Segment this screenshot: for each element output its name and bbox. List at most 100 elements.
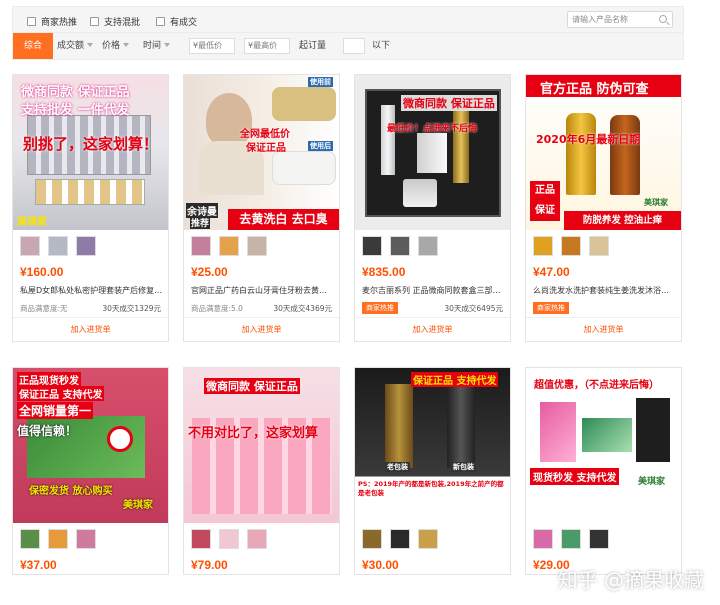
max-price-input[interactable]: ¥最高价 bbox=[244, 38, 290, 54]
product-title[interactable]: 私屋D女郎私处私密护理套装产后修复… bbox=[13, 281, 168, 299]
sort-time[interactable]: 时间 bbox=[143, 33, 171, 59]
checkbox-box[interactable] bbox=[156, 17, 165, 26]
moq-label: 起订量 bbox=[299, 41, 327, 51]
thumbnail[interactable] bbox=[76, 236, 96, 256]
sales-volume: 30天成交4369元 bbox=[273, 303, 332, 313]
min-price-input[interactable]: ¥最低价 bbox=[189, 38, 235, 54]
thumbnail[interactable] bbox=[219, 529, 239, 549]
image-caption: 使用前 bbox=[308, 77, 333, 87]
product-card[interactable]: 使用前 使用后 全网最低价 保证正品 余诗曼 推荐 去黄洗白 去口臭 ¥25.0… bbox=[183, 74, 340, 342]
thumbnail[interactable] bbox=[219, 236, 239, 256]
thumbnail[interactable] bbox=[418, 529, 438, 549]
product-image[interactable]: 使用前 使用后 全网最低价 保证正品 余诗曼 推荐 去黄洗白 去口臭 bbox=[184, 75, 339, 230]
product-image[interactable]: 官方正品 防伪可查 2020年6月最新日期 正品 保证 防脱养发 控油止痒 美琪… bbox=[526, 75, 681, 230]
product-box-photo bbox=[540, 402, 576, 462]
image-caption: 微商同款 保证正品 bbox=[401, 95, 497, 111]
checkbox-box[interactable] bbox=[90, 17, 99, 26]
product-image[interactable]: 正品现货秒发 保证正品 支持代发 全网销量第一 值得信赖！ 保密发货 放心购买 … bbox=[13, 368, 168, 523]
product-card[interactable]: 微商同款 保证正品 支持批发 一件代发 别挑了，这家划算！ 美琪家 ¥160.0… bbox=[12, 74, 169, 342]
filter-mixed-checkbox[interactable]: 支持混批 bbox=[90, 15, 140, 28]
image-caption: 去黄洗白 去口臭 bbox=[228, 209, 339, 230]
thumbnail[interactable] bbox=[418, 236, 438, 256]
thumbnail[interactable] bbox=[561, 529, 581, 549]
thumbnail[interactable] bbox=[533, 529, 553, 549]
product-box-photo bbox=[385, 384, 413, 468]
product-card[interactable]: 微商同款 保证正品 最低价！点进来不后悔 ¥835.00 麦尔吉丽系列 正品微商… bbox=[354, 74, 511, 342]
product-bottle bbox=[610, 115, 640, 195]
add-to-order-button[interactable]: 加入进货单 bbox=[526, 317, 681, 341]
teeth-before-photo bbox=[272, 87, 336, 121]
add-to-order-button[interactable]: 加入进货单 bbox=[355, 317, 510, 341]
product-card[interactable]: 微商同款 保证正品 不用对比了，这家划算 ¥79.00 bbox=[183, 367, 340, 575]
add-to-order-button[interactable]: 加入进货单 bbox=[13, 317, 168, 341]
thumbnail[interactable] bbox=[533, 236, 553, 256]
thumbnail-strip bbox=[526, 230, 681, 261]
satisfaction-value: 无 bbox=[60, 303, 68, 313]
thumbnail[interactable] bbox=[247, 529, 267, 549]
checkbox-label: 商家热推 bbox=[41, 18, 78, 28]
sort-price[interactable]: 价格 bbox=[102, 33, 130, 59]
thumbnail[interactable] bbox=[561, 236, 581, 256]
thumbnail[interactable] bbox=[589, 529, 609, 549]
thumbnail[interactable] bbox=[48, 529, 68, 549]
thumbnail[interactable] bbox=[191, 529, 211, 549]
thumbnail[interactable] bbox=[362, 529, 382, 549]
image-caption: 不用对比了，这家划算 bbox=[188, 426, 319, 441]
product-title[interactable]: 么尚洗发水洗护套装纯生姜洗发沐浴… bbox=[526, 281, 681, 299]
sort-default-tab[interactable]: 综合 bbox=[13, 33, 53, 59]
product-price: ¥835.00 bbox=[362, 265, 406, 279]
sort-bar: 综合 成交额 价格 时间 ¥最低价 ¥最高价 起订量 以下 bbox=[12, 32, 684, 60]
product-card[interactable]: 正品现货秒发 保证正品 支持代发 全网销量第一 值得信赖！ 保密发货 放心购买 … bbox=[12, 367, 169, 575]
product-card[interactable]: 超值优惠，（不点进来后悔） 现货秒发 支持代发 美琪家 ¥29.00 bbox=[525, 367, 682, 575]
thumbnail[interactable] bbox=[48, 236, 68, 256]
image-caption: 保证正品 支持代发 bbox=[17, 386, 105, 401]
product-image[interactable]: 保证正品 支持代发 老包装 新包装 PS：2019年产的都是新包装,2019年之… bbox=[355, 368, 510, 523]
product-card[interactable]: 保证正品 支持代发 老包装 新包装 PS：2019年产的都是新包装,2019年之… bbox=[354, 367, 511, 575]
product-box-photo bbox=[582, 418, 632, 452]
product-image[interactable]: 超值优惠，（不点进来后悔） 现货秒发 支持代发 美琪家 bbox=[526, 368, 681, 523]
image-note: PS：2019年产的都是新包装,2019年之前产的都是老包装 bbox=[358, 480, 504, 497]
sales-volume: 30天成交1329元 bbox=[102, 303, 161, 313]
thumbnail[interactable] bbox=[76, 529, 96, 549]
product-image[interactable]: 微商同款 保证正品 支持批发 一件代发 别挑了，这家划算！ 美琪家 bbox=[13, 75, 168, 230]
thumbnail[interactable] bbox=[191, 236, 211, 256]
product-title[interactable]: 麦尔吉丽系列 正品微商同款套盒三部… bbox=[355, 281, 510, 299]
image-caption: 微商同款 保证正品 bbox=[204, 378, 300, 394]
moq-input[interactable] bbox=[343, 38, 365, 54]
thumbnail-strip bbox=[184, 230, 339, 261]
sort-label: 成交额 bbox=[57, 41, 85, 51]
product-box-photo bbox=[636, 398, 670, 462]
endorser-label: 推荐 bbox=[190, 216, 211, 229]
sort-turnover[interactable]: 成交额 bbox=[57, 33, 94, 59]
search-input[interactable] bbox=[568, 12, 654, 27]
product-search bbox=[567, 11, 673, 28]
image-caption: 全网销量第一 bbox=[17, 402, 94, 419]
thumbnail[interactable] bbox=[20, 529, 40, 549]
filter-sold-checkbox[interactable]: 有成交 bbox=[156, 15, 197, 28]
thumbnail-strip bbox=[13, 230, 168, 261]
image-caption: 全网最低价 bbox=[240, 129, 290, 140]
image-badge: 保证 bbox=[530, 201, 560, 221]
filter-hot-checkbox[interactable]: 商家热推 bbox=[27, 15, 77, 28]
product-image[interactable]: 微商同款 保证正品 不用对比了，这家划算 bbox=[184, 368, 339, 523]
thumbnail[interactable] bbox=[390, 236, 410, 256]
product-image[interactable]: 微商同款 保证正品 最低价！点进来不后悔 bbox=[355, 75, 510, 230]
thumbnail-strip bbox=[355, 523, 510, 554]
thumbnail[interactable] bbox=[362, 236, 382, 256]
search-icon[interactable] bbox=[659, 15, 667, 23]
satisfaction-label: 商品满意度: bbox=[191, 303, 232, 313]
product-price: ¥37.00 bbox=[20, 558, 57, 572]
thumbnail[interactable] bbox=[247, 236, 267, 256]
thumbnail[interactable] bbox=[589, 236, 609, 256]
satisfaction-label: 商品满意度: bbox=[20, 303, 61, 313]
image-caption: 别挑了，这家划算！ bbox=[23, 135, 159, 153]
add-to-order-button[interactable]: 加入进货单 bbox=[184, 317, 339, 341]
product-card[interactable]: 官方正品 防伪可查 2020年6月最新日期 正品 保证 防脱养发 控油止痒 美琪… bbox=[525, 74, 682, 342]
product-logo bbox=[107, 426, 133, 452]
image-caption: 现货秒发 支持代发 bbox=[530, 468, 620, 485]
image-caption: 超值优惠，（不点进来后悔） bbox=[534, 380, 659, 391]
thumbnail[interactable] bbox=[20, 236, 40, 256]
product-title[interactable]: 官网正品广药白云山牙膏住牙粉去黄… bbox=[184, 281, 339, 299]
checkbox-box[interactable] bbox=[27, 17, 36, 26]
thumbnail[interactable] bbox=[390, 529, 410, 549]
